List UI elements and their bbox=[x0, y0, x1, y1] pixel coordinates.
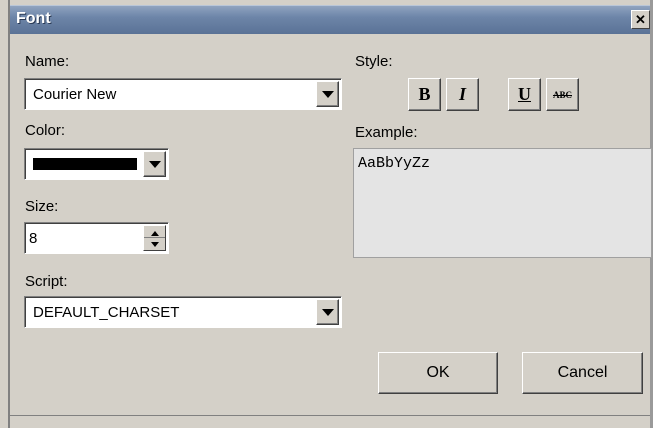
example-text: AaBbYyZz bbox=[358, 155, 431, 172]
arrow-up-icon bbox=[150, 230, 159, 236]
bold-button[interactable]: B bbox=[408, 78, 441, 111]
font-name-select[interactable]: Courier New bbox=[24, 78, 342, 110]
title-bar[interactable]: Font ✕ bbox=[10, 5, 650, 34]
italic-icon: I bbox=[458, 84, 466, 104]
dialog-frame-left bbox=[8, 0, 10, 428]
bold-icon: B bbox=[418, 84, 431, 104]
window-title: Font bbox=[16, 10, 51, 27]
arrow-down-icon bbox=[150, 241, 159, 247]
chevron-down-icon bbox=[321, 90, 334, 98]
underline-button[interactable]: U bbox=[508, 78, 541, 111]
underline-icon: U bbox=[518, 84, 531, 104]
size-spin-buttons bbox=[143, 225, 166, 251]
close-button[interactable]: ✕ bbox=[631, 10, 650, 29]
script-dropdown-button[interactable] bbox=[316, 299, 339, 325]
italic-button[interactable]: I bbox=[446, 78, 479, 111]
cancel-button-label: Cancel bbox=[557, 364, 608, 381]
example-label: Example: bbox=[355, 124, 418, 141]
size-label: Size: bbox=[25, 198, 59, 215]
script-value: DEFAULT_CHARSET bbox=[33, 304, 180, 321]
name-label: Name: bbox=[25, 53, 70, 70]
color-dropdown-button[interactable] bbox=[143, 151, 166, 177]
strikethrough-icon: ABC bbox=[552, 89, 572, 100]
script-label: Script: bbox=[25, 273, 68, 290]
color-swatch bbox=[33, 158, 137, 170]
bottom-edge bbox=[10, 415, 650, 428]
style-label: Style: bbox=[355, 53, 393, 70]
color-label: Color: bbox=[25, 122, 66, 139]
script-select[interactable]: DEFAULT_CHARSET bbox=[24, 296, 342, 328]
ok-button[interactable]: OK bbox=[378, 352, 498, 394]
ok-button-label: OK bbox=[426, 364, 450, 381]
spin-down-button[interactable] bbox=[144, 237, 165, 251]
strikethrough-button[interactable]: ABC bbox=[546, 78, 579, 111]
cancel-button[interactable]: Cancel bbox=[522, 352, 643, 394]
chevron-down-icon bbox=[321, 308, 334, 316]
chevron-down-icon bbox=[148, 160, 161, 168]
close-icon: ✕ bbox=[635, 12, 646, 27]
font-name-value: Courier New bbox=[33, 86, 117, 103]
size-value: 8 bbox=[29, 230, 38, 247]
font-name-dropdown-button[interactable] bbox=[316, 81, 339, 107]
size-spinner[interactable]: 8 bbox=[24, 222, 169, 254]
font-dialog: Font ✕ Name: Courier New Color: Size: 8 … bbox=[0, 0, 653, 428]
color-select[interactable] bbox=[24, 148, 169, 180]
example-preview: AaBbYyZz bbox=[353, 148, 652, 258]
